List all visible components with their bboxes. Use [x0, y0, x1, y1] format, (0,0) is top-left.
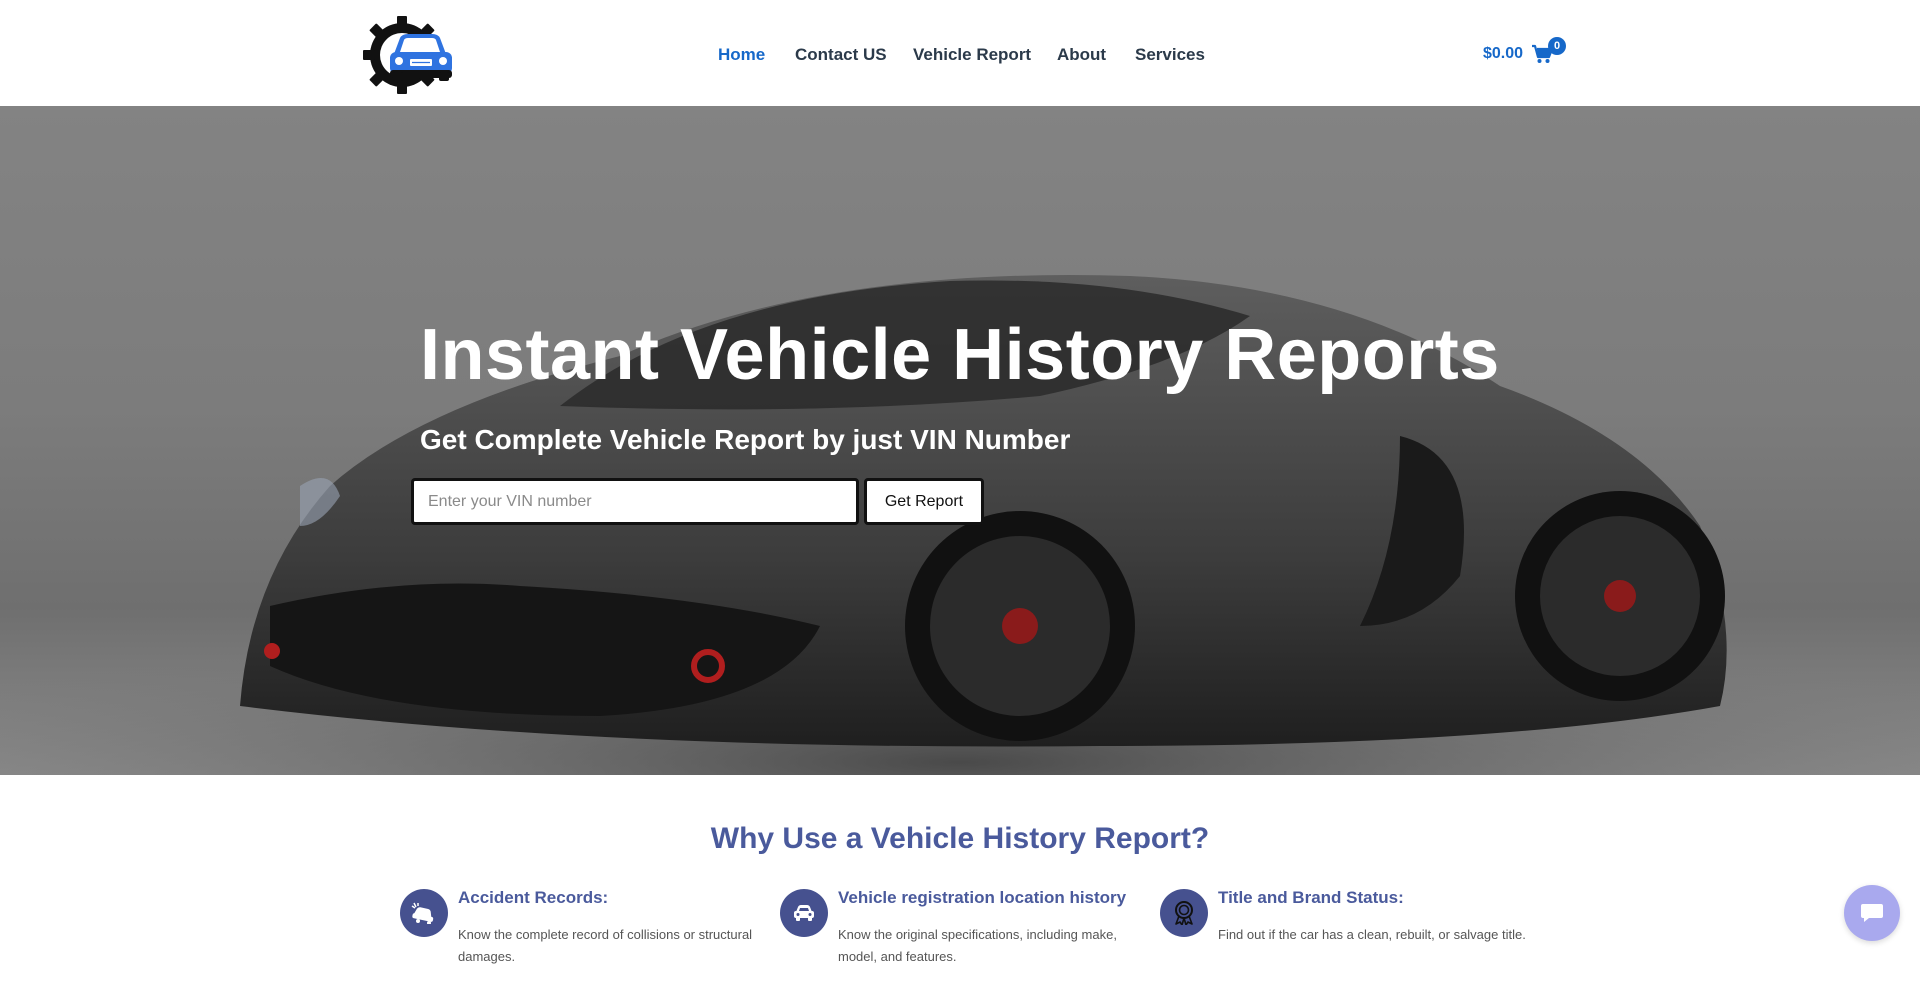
get-report-button[interactable]: Get Report [864, 478, 984, 525]
site-header: Home Contact US Vehicle Report About Ser… [0, 0, 1920, 106]
chat-bubble-icon [1861, 904, 1883, 922]
feature-title: Vehicle registration location history [838, 888, 1127, 907]
feature-description: Know the complete record of collisions o… [458, 927, 753, 964]
feature-title: Accident Records: [458, 888, 609, 907]
feature-title: Title and Brand Status: [1218, 888, 1404, 907]
hero-subtitle: Get Complete Vehicle Report by just VIN … [420, 424, 1071, 455]
nav-vehicle-report[interactable]: Vehicle Report [913, 45, 1031, 65]
chat-button[interactable] [1844, 885, 1900, 941]
car-icon [780, 889, 828, 937]
nav-services[interactable]: Services [1135, 45, 1205, 65]
car-crash-icon [400, 889, 448, 937]
hero-section: Instant Vehicle History Reports Get Comp… [0, 106, 1920, 775]
feature-description: Know the original specifications, includ… [838, 927, 1117, 964]
nav-home[interactable]: Home [718, 45, 765, 65]
nav-about[interactable]: About [1057, 45, 1106, 65]
main-nav: Home Contact US Vehicle Report About Ser… [0, 0, 1920, 106]
cart-count-badge: 0 [1548, 37, 1566, 55]
cart-amount: $0.00 [1483, 45, 1524, 62]
why-section-title: Why Use a Vehicle History Report? [710, 822, 1210, 855]
hero-title: Instant Vehicle History Reports [420, 315, 1500, 395]
vin-input[interactable] [411, 478, 859, 525]
feature-description: Find out if the car has a clean, rebuilt… [1218, 927, 1526, 942]
nav-contact-us[interactable]: Contact US [795, 45, 887, 65]
cart-button[interactable]: $0.00 [1483, 44, 1554, 64]
award-ribbon-icon [1160, 889, 1208, 937]
